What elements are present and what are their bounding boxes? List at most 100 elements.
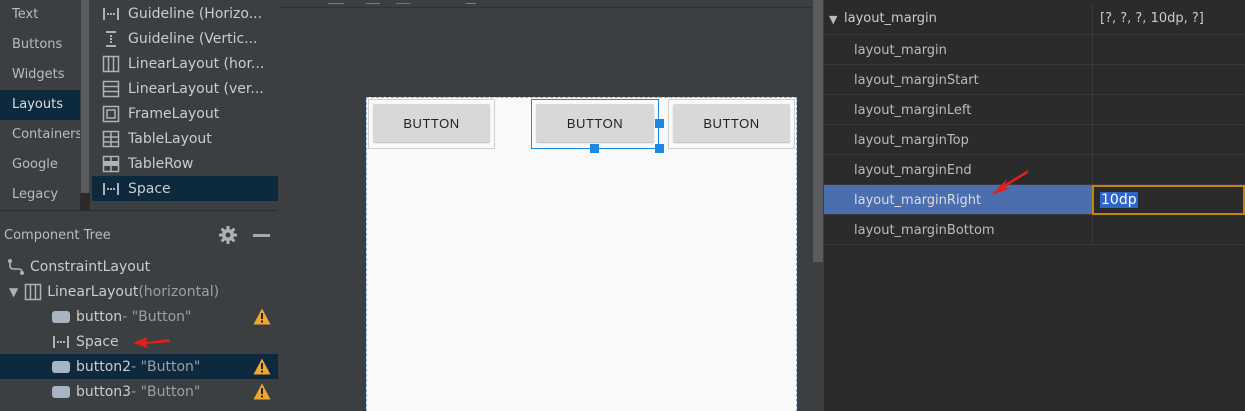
palette-item-label: Guideline (Vertic...: [128, 30, 258, 47]
component-tree-title: Component Tree: [4, 228, 111, 243]
palette-item-label: LinearLayout (hor...: [128, 55, 265, 72]
attr-name: layout_marginTop: [854, 133, 969, 148]
warning-icon[interactable]: [253, 383, 271, 400]
scrollbar-thumb[interactable]: [813, 0, 823, 262]
attr-group-layout-margin[interactable]: ▼ layout_margin [?, ?, ?, 10dp, ?]: [824, 5, 1245, 35]
button-icon: [52, 385, 70, 398]
palette-item-label: LinearLayout (ver...: [128, 80, 264, 97]
palette-items: Guideline (Horizo... Guideline (Vertic..…: [90, 0, 278, 210]
attr-value-field[interactable]: [1092, 35, 1245, 65]
palette-categories-scrollbar[interactable]: [80, 0, 90, 193]
palette-item-guideline-vertical[interactable]: Guideline (Vertic...: [92, 26, 278, 51]
design-canvas[interactable]: BUTTON BUTTON BUTTON: [278, 0, 824, 411]
gear-icon[interactable]: [218, 225, 238, 245]
attr-row-layout-margin[interactable]: layout_margin: [824, 35, 1245, 65]
palette-category-widgets[interactable]: Widgets: [0, 60, 80, 90]
space-icon: [103, 182, 119, 195]
toolbar-icon[interactable]: [396, 0, 410, 4]
palette-item-tablelayout[interactable]: TableLayout: [92, 126, 278, 151]
palette-item-linearlayout-vertical[interactable]: LinearLayout (ver...: [92, 76, 278, 101]
palette-item-label: Guideline (Horizo...: [128, 5, 263, 22]
palette-item-label: TableRow: [128, 155, 194, 172]
tree-row-label: button: [76, 308, 123, 325]
canvas-button-3[interactable]: BUTTON: [668, 99, 795, 149]
button-label: BUTTON: [373, 104, 490, 142]
minimize-icon[interactable]: [253, 234, 270, 237]
attr-value-field[interactable]: [1092, 125, 1245, 155]
red-arrow-annotation-icon: [133, 337, 170, 348]
scrollbar-thumb[interactable]: [81, 0, 89, 193]
tree-row-button3[interactable]: button3- "Button": [0, 379, 278, 404]
canvas-scrollbar[interactable]: [812, 0, 824, 411]
toolbar-icon[interactable]: [328, 0, 344, 4]
attr-name: layout_marginBottom: [854, 223, 995, 238]
palette-item-label: TableLayout: [128, 130, 212, 147]
canvas-button-1[interactable]: BUTTON: [368, 99, 495, 149]
resize-handle[interactable]: [590, 144, 599, 153]
warning-icon[interactable]: [253, 308, 271, 325]
warning-icon[interactable]: [253, 358, 271, 375]
tree-row-label: Space: [76, 333, 119, 350]
attributes-panel: ▼ layout_margin [?, ?, ?, 10dp, ?] layou…: [824, 0, 1245, 411]
attr-row-layout-margintop[interactable]: layout_marginTop: [824, 125, 1245, 155]
attr-row-layout-marginstart[interactable]: layout_marginStart: [824, 65, 1245, 95]
tree-row-space[interactable]: Space: [0, 329, 278, 354]
tree-row-suffix: (horizontal): [138, 283, 220, 300]
tree-row-constraintlayout[interactable]: ConstraintLayout: [0, 254, 278, 279]
palette-category-google[interactable]: Google: [0, 150, 80, 180]
attr-row-layout-marginend[interactable]: layout_marginEnd: [824, 155, 1245, 185]
guideline-horizontal-icon: [103, 7, 119, 20]
button-icon: [52, 360, 70, 373]
attr-row-layout-marginleft[interactable]: layout_marginLeft: [824, 95, 1245, 125]
palette-category-containers[interactable]: Containers: [0, 120, 80, 150]
attr-name: layout_marginRight: [854, 193, 982, 208]
constraintlayout-icon: [8, 258, 24, 275]
toolbar-icon[interactable]: [366, 0, 380, 4]
palette-category-layouts[interactable]: Layouts: [0, 90, 80, 120]
palette-item-space[interactable]: Space: [92, 176, 278, 201]
palette-item-label: FrameLayout: [128, 105, 220, 122]
linearlayout-vertical-icon: [102, 80, 120, 97]
attr-name: layout_margin: [854, 43, 947, 58]
attr-group-value: [?, ?, ?, 10dp, ?]: [1092, 5, 1245, 35]
tree-row-label: ConstraintLayout: [30, 258, 151, 275]
tree-row-label: button3: [76, 383, 132, 400]
palette-item-framelayout[interactable]: FrameLayout: [92, 101, 278, 126]
attr-value-field[interactable]: [1092, 65, 1245, 95]
space-icon: [53, 335, 69, 348]
palette-item-guideline-horizontal[interactable]: Guideline (Horizo...: [92, 1, 278, 26]
expand-arrow-icon[interactable]: ▼: [9, 285, 18, 299]
palette-item-tablerow[interactable]: TableRow: [92, 151, 278, 176]
attr-value-field[interactable]: [1092, 155, 1245, 185]
attr-group-value-text: [?, ?, ?, 10dp, ?]: [1100, 11, 1204, 26]
red-arrow-annotation-icon: [991, 170, 1028, 195]
attr-value-field[interactable]: [1092, 215, 1245, 245]
palette-item-linearlayout-horizontal[interactable]: LinearLayout (hor...: [92, 51, 278, 76]
android-studio-layout-editor: Text Buttons Widgets Layouts Containers …: [0, 0, 1245, 411]
collapse-arrow-icon[interactable]: ▼: [829, 13, 837, 26]
button-icon: [52, 310, 70, 323]
tree-row-button[interactable]: button - "Button": [0, 304, 278, 329]
attr-row-layout-marginright[interactable]: layout_marginRight 10dp: [824, 170, 1245, 215]
guideline-vertical-icon: [106, 30, 116, 47]
palette-categories: Text Buttons Widgets Layouts Containers …: [0, 0, 80, 210]
attr-value-input[interactable]: 10dp: [1092, 185, 1245, 215]
tree-row-suffix: - "Button": [131, 383, 201, 400]
palette-category-text[interactable]: Text: [0, 0, 80, 30]
resize-handle[interactable]: [655, 119, 664, 128]
toolbar-icon[interactable]: [466, 0, 476, 4]
tree-row-suffix: - "Button": [131, 358, 201, 375]
attr-name: layout_marginEnd: [854, 163, 972, 178]
attr-row-layout-marginbottom[interactable]: layout_marginBottom: [824, 215, 1245, 245]
attr-value-field[interactable]: [1092, 95, 1245, 125]
device-preview[interactable]: BUTTON BUTTON BUTTON: [366, 97, 797, 411]
tree-row-label: LinearLayout: [47, 283, 139, 300]
palette-category-buttons[interactable]: Buttons: [0, 30, 80, 60]
palette-category-legacy[interactable]: Legacy: [0, 180, 80, 210]
tree-row-button2[interactable]: button2- "Button": [0, 354, 278, 379]
attr-group-label: layout_margin: [844, 11, 937, 26]
button-label: BUTTON: [673, 104, 790, 142]
resize-handle[interactable]: [655, 144, 664, 153]
canvas-toolbar: [278, 0, 812, 8]
tree-row-linearlayout[interactable]: ▼ LinearLayout (horizontal): [0, 279, 278, 304]
